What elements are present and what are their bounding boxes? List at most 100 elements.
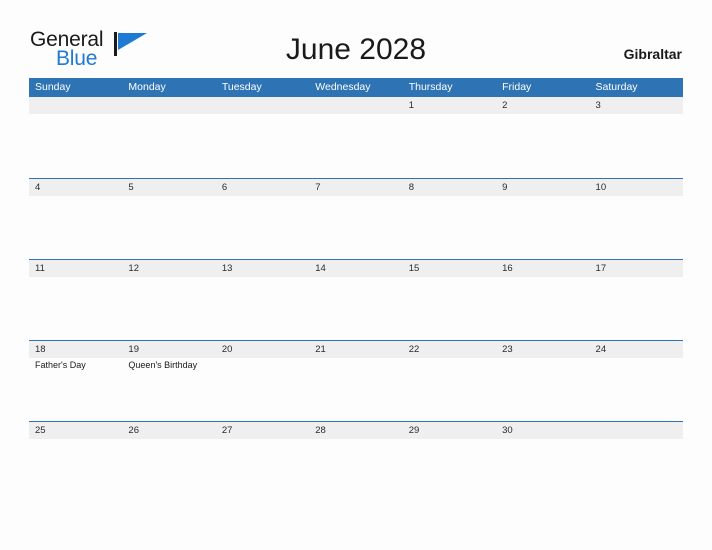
calendar-day-cell[interactable]: 16 (496, 260, 590, 340)
calendar-day-cell[interactable]: 23 (496, 341, 590, 421)
calendar-day-cell[interactable]: 8 (402, 179, 497, 259)
day-number-band: 8 (402, 179, 497, 196)
calendar-day-cell[interactable]: 20 (215, 341, 310, 421)
calendar-day-cell[interactable]: 28 (309, 422, 403, 502)
calendar-day-cell[interactable]: 19 Queen's Birthday (122, 341, 216, 421)
day-number-band: 24 (589, 341, 683, 358)
day-number-band: 15 (402, 260, 497, 277)
day-number: 7 (315, 182, 321, 193)
calendar-day-cell[interactable]: 9 (496, 179, 590, 259)
day-number: 30 (502, 425, 513, 436)
day-number-band: 6 (215, 179, 310, 196)
calendar-day-cell-empty (215, 97, 310, 178)
calendar-day-cell[interactable]: 13 (215, 260, 310, 340)
calendar-week-row: 18 Father's Day 19 Queen's Birthday 20 21 22 23… (29, 340, 683, 421)
day-number-band: 9 (496, 179, 590, 196)
calendar-day-cell[interactable]: 15 (402, 260, 497, 340)
day-number: 21 (315, 344, 326, 355)
calendar-day-cell-empty (122, 97, 216, 178)
country-label: Gibraltar (623, 46, 682, 62)
calendar-day-cell[interactable]: 22 (402, 341, 497, 421)
calendar-weeks: 1 2 3 4 5 6 7 8 9 10 11 12 13 14 15 16 17 18 Father's Day 1… (29, 97, 683, 502)
day-number-band: 20 (215, 341, 310, 358)
calendar-day-cell[interactable]: 21 (309, 341, 403, 421)
calendar-week-row: 1 2 3 (29, 97, 683, 178)
calendar-page: General Blue June 2028 Gibraltar Sunday M… (0, 0, 712, 550)
day-number: 26 (128, 425, 139, 436)
calendar-week-row: 11 12 13 14 15 16 17 (29, 259, 683, 340)
weekday-header-friday: Friday (502, 81, 532, 93)
calendar-day-cell-empty (309, 97, 403, 178)
day-number-band: 2 (496, 97, 590, 114)
day-number-band: 19 (122, 341, 216, 358)
calendar-day-cell[interactable]: 30 (496, 422, 590, 502)
day-number-band: 16 (496, 260, 590, 277)
day-number-band: 27 (215, 422, 310, 439)
day-number: 5 (128, 182, 134, 193)
day-number: 28 (315, 425, 326, 436)
day-number: 9 (502, 182, 508, 193)
calendar-week-row: 25 26 27 28 29 30 (29, 421, 683, 502)
day-number-band: 23 (496, 341, 590, 358)
calendar-day-cell[interactable]: 14 (309, 260, 403, 340)
calendar-day-cell[interactable]: 10 (589, 179, 683, 259)
day-number-band: 7 (309, 179, 403, 196)
calendar-day-cell[interactable]: 5 (122, 179, 216, 259)
calendar-day-cell[interactable]: 1 (402, 97, 497, 178)
calendar-day-cell[interactable]: 25 (29, 422, 123, 502)
day-number-band: 11 (29, 260, 123, 277)
day-number: 1 (408, 100, 414, 111)
day-number: 22 (408, 344, 420, 355)
calendar-day-cell[interactable]: 3 (589, 97, 683, 178)
day-number-band (215, 97, 310, 114)
day-number: 8 (408, 182, 414, 193)
calendar-day-cell[interactable]: 18 Father's Day (29, 341, 123, 421)
calendar-day-cell[interactable]: 12 (122, 260, 216, 340)
calendar-day-cell[interactable]: 2 (496, 97, 590, 178)
day-events: Father's Day (29, 358, 122, 371)
day-number: 4 (35, 182, 41, 193)
day-number: 25 (35, 425, 46, 436)
day-number: 27 (221, 425, 233, 436)
day-number-band: 17 (589, 260, 683, 277)
calendar-day-cell[interactable]: 17 (589, 260, 683, 340)
day-number: 11 (35, 263, 45, 274)
day-number: 18 (35, 344, 46, 355)
day-number-band: 13 (215, 260, 310, 277)
day-number-band (589, 422, 683, 439)
day-number-band: 12 (122, 260, 216, 277)
day-number-band (309, 97, 403, 114)
day-number-band: 18 (29, 341, 123, 358)
day-number: 17 (595, 263, 607, 274)
day-number-band: 25 (29, 422, 123, 439)
weekday-header-tuesday: Tuesday (221, 81, 262, 93)
day-events: Queen's Birthday (122, 358, 215, 371)
day-number: 12 (128, 263, 139, 274)
page-title: June 2028 (285, 33, 427, 66)
day-number-band: 3 (589, 97, 683, 114)
day-number: 10 (595, 182, 607, 193)
day-number: 2 (502, 100, 508, 111)
weekday-header-monday: Monday (128, 81, 166, 93)
calendar-day-cell[interactable]: 26 (122, 422, 216, 502)
calendar-day-cell[interactable]: 29 (402, 422, 497, 502)
day-number: 3 (595, 100, 601, 111)
calendar-day-cell[interactable]: 24 (589, 341, 683, 421)
calendar-day-cell-empty (589, 422, 683, 502)
day-number-band: 14 (309, 260, 403, 277)
day-number: 15 (408, 263, 420, 274)
day-number-band: 22 (402, 341, 497, 358)
day-number: 24 (595, 344, 607, 355)
day-number-band: 4 (29, 179, 123, 196)
calendar-day-cell[interactable]: 4 (29, 179, 123, 259)
calendar-day-cell[interactable]: 6 (215, 179, 310, 259)
day-number-band: 26 (122, 422, 216, 439)
weekday-header-thursday: Thursday (408, 81, 453, 93)
day-number-band (122, 97, 216, 114)
calendar-day-cell[interactable]: 11 (29, 260, 123, 340)
weekday-header-wednesday: Wednesday (315, 81, 371, 93)
calendar-day-cell-empty (29, 97, 123, 178)
page-header: General Blue June 2028 Gibraltar (0, 0, 712, 76)
calendar-day-cell[interactable]: 7 (309, 179, 403, 259)
calendar-day-cell[interactable]: 27 (215, 422, 310, 502)
